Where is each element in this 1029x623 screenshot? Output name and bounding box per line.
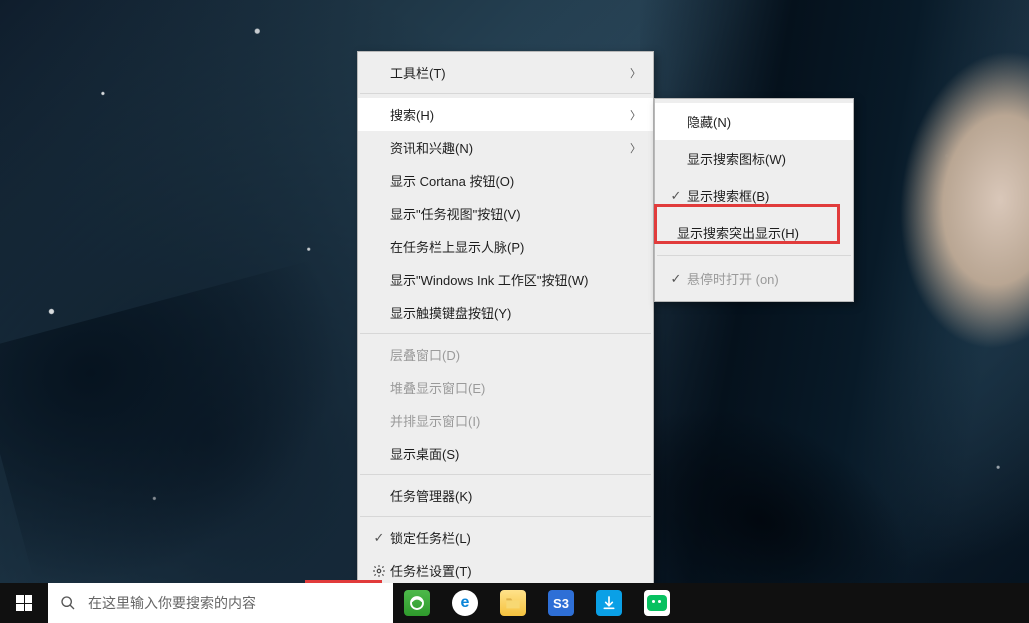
edge-icon: e bbox=[452, 590, 478, 616]
menu-item-label: 锁定任务栏(L) bbox=[390, 528, 639, 547]
search-placeholder: 在这里输入你要搜索的内容 bbox=[88, 593, 256, 613]
taskbar-search-box[interactable]: 在这里输入你要搜索的内容 bbox=[48, 583, 393, 623]
submenu-item-showbox[interactable]: ✓ 显示搜索框(B) bbox=[655, 177, 853, 214]
taskbar-app-360browser[interactable] bbox=[393, 583, 441, 623]
menu-item-label: 显示桌面(S) bbox=[390, 444, 639, 463]
menu-item-showdesktop[interactable]: 显示桌面(S) bbox=[358, 437, 653, 470]
menu-item-taskmgr[interactable]: 任务管理器(K) bbox=[358, 479, 653, 512]
menu-item-label: 显示触摸键盘按钮(Y) bbox=[390, 303, 639, 322]
menu-item-taskview[interactable]: 显示"任务视图"按钮(V) bbox=[358, 197, 653, 230]
menu-item-sidebyside: 并排显示窗口(I) bbox=[358, 404, 653, 437]
file-explorer-icon bbox=[500, 590, 526, 616]
icon-label: S3 bbox=[553, 596, 569, 611]
menu-item-label: 显示搜索框(B) bbox=[687, 186, 839, 205]
menu-item-label: 悬停时打开 (on) bbox=[687, 269, 839, 288]
menu-item-label: 隐藏(N) bbox=[687, 112, 839, 131]
browser-360-icon bbox=[404, 590, 430, 616]
menu-item-label: 显示搜索突出显示(H) bbox=[677, 223, 839, 242]
menu-item-label: 堆叠显示窗口(E) bbox=[390, 378, 639, 397]
menu-separator bbox=[360, 516, 651, 517]
menu-item-news[interactable]: 资讯和兴趣(N) 〉 bbox=[358, 131, 653, 164]
menu-item-label: 显示"Windows Ink 工作区"按钮(W) bbox=[390, 270, 639, 289]
menu-separator bbox=[657, 255, 851, 256]
menu-item-label: 在任务栏上显示人脉(P) bbox=[390, 237, 639, 256]
menu-item-locktaskbar[interactable]: ✓ 锁定任务栏(L) bbox=[358, 521, 653, 554]
menu-item-label: 层叠窗口(D) bbox=[390, 345, 639, 364]
wechat-icon bbox=[644, 590, 670, 616]
checkmark-icon: ✓ bbox=[665, 188, 687, 204]
checkmark-icon: ✓ bbox=[665, 271, 687, 287]
menu-item-label: 资讯和兴趣(N) bbox=[390, 138, 639, 157]
search-icon bbox=[60, 595, 76, 611]
menu-item-stacked: 堆叠显示窗口(E) bbox=[358, 371, 653, 404]
taskbar-app-s3[interactable]: S3 bbox=[537, 583, 585, 623]
menu-item-label: 任务管理器(K) bbox=[390, 486, 639, 505]
download-icon bbox=[596, 590, 622, 616]
menu-item-label: 显示 Cortana 按钮(O) bbox=[390, 171, 639, 190]
menu-item-label: 并排显示窗口(I) bbox=[390, 411, 639, 430]
taskbar-app-download[interactable] bbox=[585, 583, 633, 623]
menu-separator bbox=[360, 93, 651, 94]
submenu-item-highlights[interactable]: 显示搜索突出显示(H) bbox=[655, 214, 853, 251]
menu-item-cortana[interactable]: 显示 Cortana 按钮(O) bbox=[358, 164, 653, 197]
checkmark-icon: ✓ bbox=[368, 530, 390, 546]
start-button[interactable] bbox=[0, 583, 48, 623]
s3-app-icon: S3 bbox=[548, 590, 574, 616]
submenu-item-hoveropen: ✓ 悬停时打开 (on) bbox=[655, 260, 853, 297]
submenu-chevron-icon: 〉 bbox=[630, 65, 641, 81]
submenu-item-hidden[interactable]: 隐藏(N) bbox=[655, 103, 853, 140]
menu-separator bbox=[360, 333, 651, 334]
menu-item-ink[interactable]: 显示"Windows Ink 工作区"按钮(W) bbox=[358, 263, 653, 296]
menu-item-cascade: 层叠窗口(D) bbox=[358, 338, 653, 371]
menu-item-touchkb[interactable]: 显示触摸键盘按钮(Y) bbox=[358, 296, 653, 329]
menu-item-label: 显示搜索图标(W) bbox=[687, 149, 839, 168]
menu-item-label: 任务栏设置(T) bbox=[390, 561, 639, 580]
taskbar-app-edge[interactable]: e bbox=[441, 583, 489, 623]
submenu-chevron-icon: 〉 bbox=[630, 140, 641, 156]
menu-item-people[interactable]: 在任务栏上显示人脉(P) bbox=[358, 230, 653, 263]
menu-item-label: 搜索(H) bbox=[390, 105, 639, 124]
windows-logo-icon bbox=[16, 595, 32, 611]
menu-separator bbox=[360, 474, 651, 475]
submenu-item-showicon[interactable]: 显示搜索图标(W) bbox=[655, 140, 853, 177]
menu-item-label: 工具栏(T) bbox=[390, 63, 639, 82]
gear-icon bbox=[368, 564, 390, 578]
taskbar-context-menu[interactable]: 工具栏(T) 〉 搜索(H) 〉 资讯和兴趣(N) 〉 显示 Cortana 按… bbox=[357, 51, 654, 592]
menu-item-label: 显示"任务视图"按钮(V) bbox=[390, 204, 639, 223]
menu-item-toolbars[interactable]: 工具栏(T) 〉 bbox=[358, 56, 653, 89]
taskbar-app-wechat[interactable] bbox=[633, 583, 681, 623]
menu-item-search[interactable]: 搜索(H) 〉 bbox=[358, 98, 653, 131]
taskbar-apps: e S3 bbox=[393, 583, 681, 623]
submenu-chevron-icon: 〉 bbox=[630, 107, 641, 123]
search-submenu[interactable]: 隐藏(N) 显示搜索图标(W) ✓ 显示搜索框(B) 显示搜索突出显示(H) ✓… bbox=[654, 98, 854, 302]
taskbar-app-explorer[interactable] bbox=[489, 583, 537, 623]
taskbar[interactable]: 在这里输入你要搜索的内容 e S3 bbox=[0, 583, 1029, 623]
